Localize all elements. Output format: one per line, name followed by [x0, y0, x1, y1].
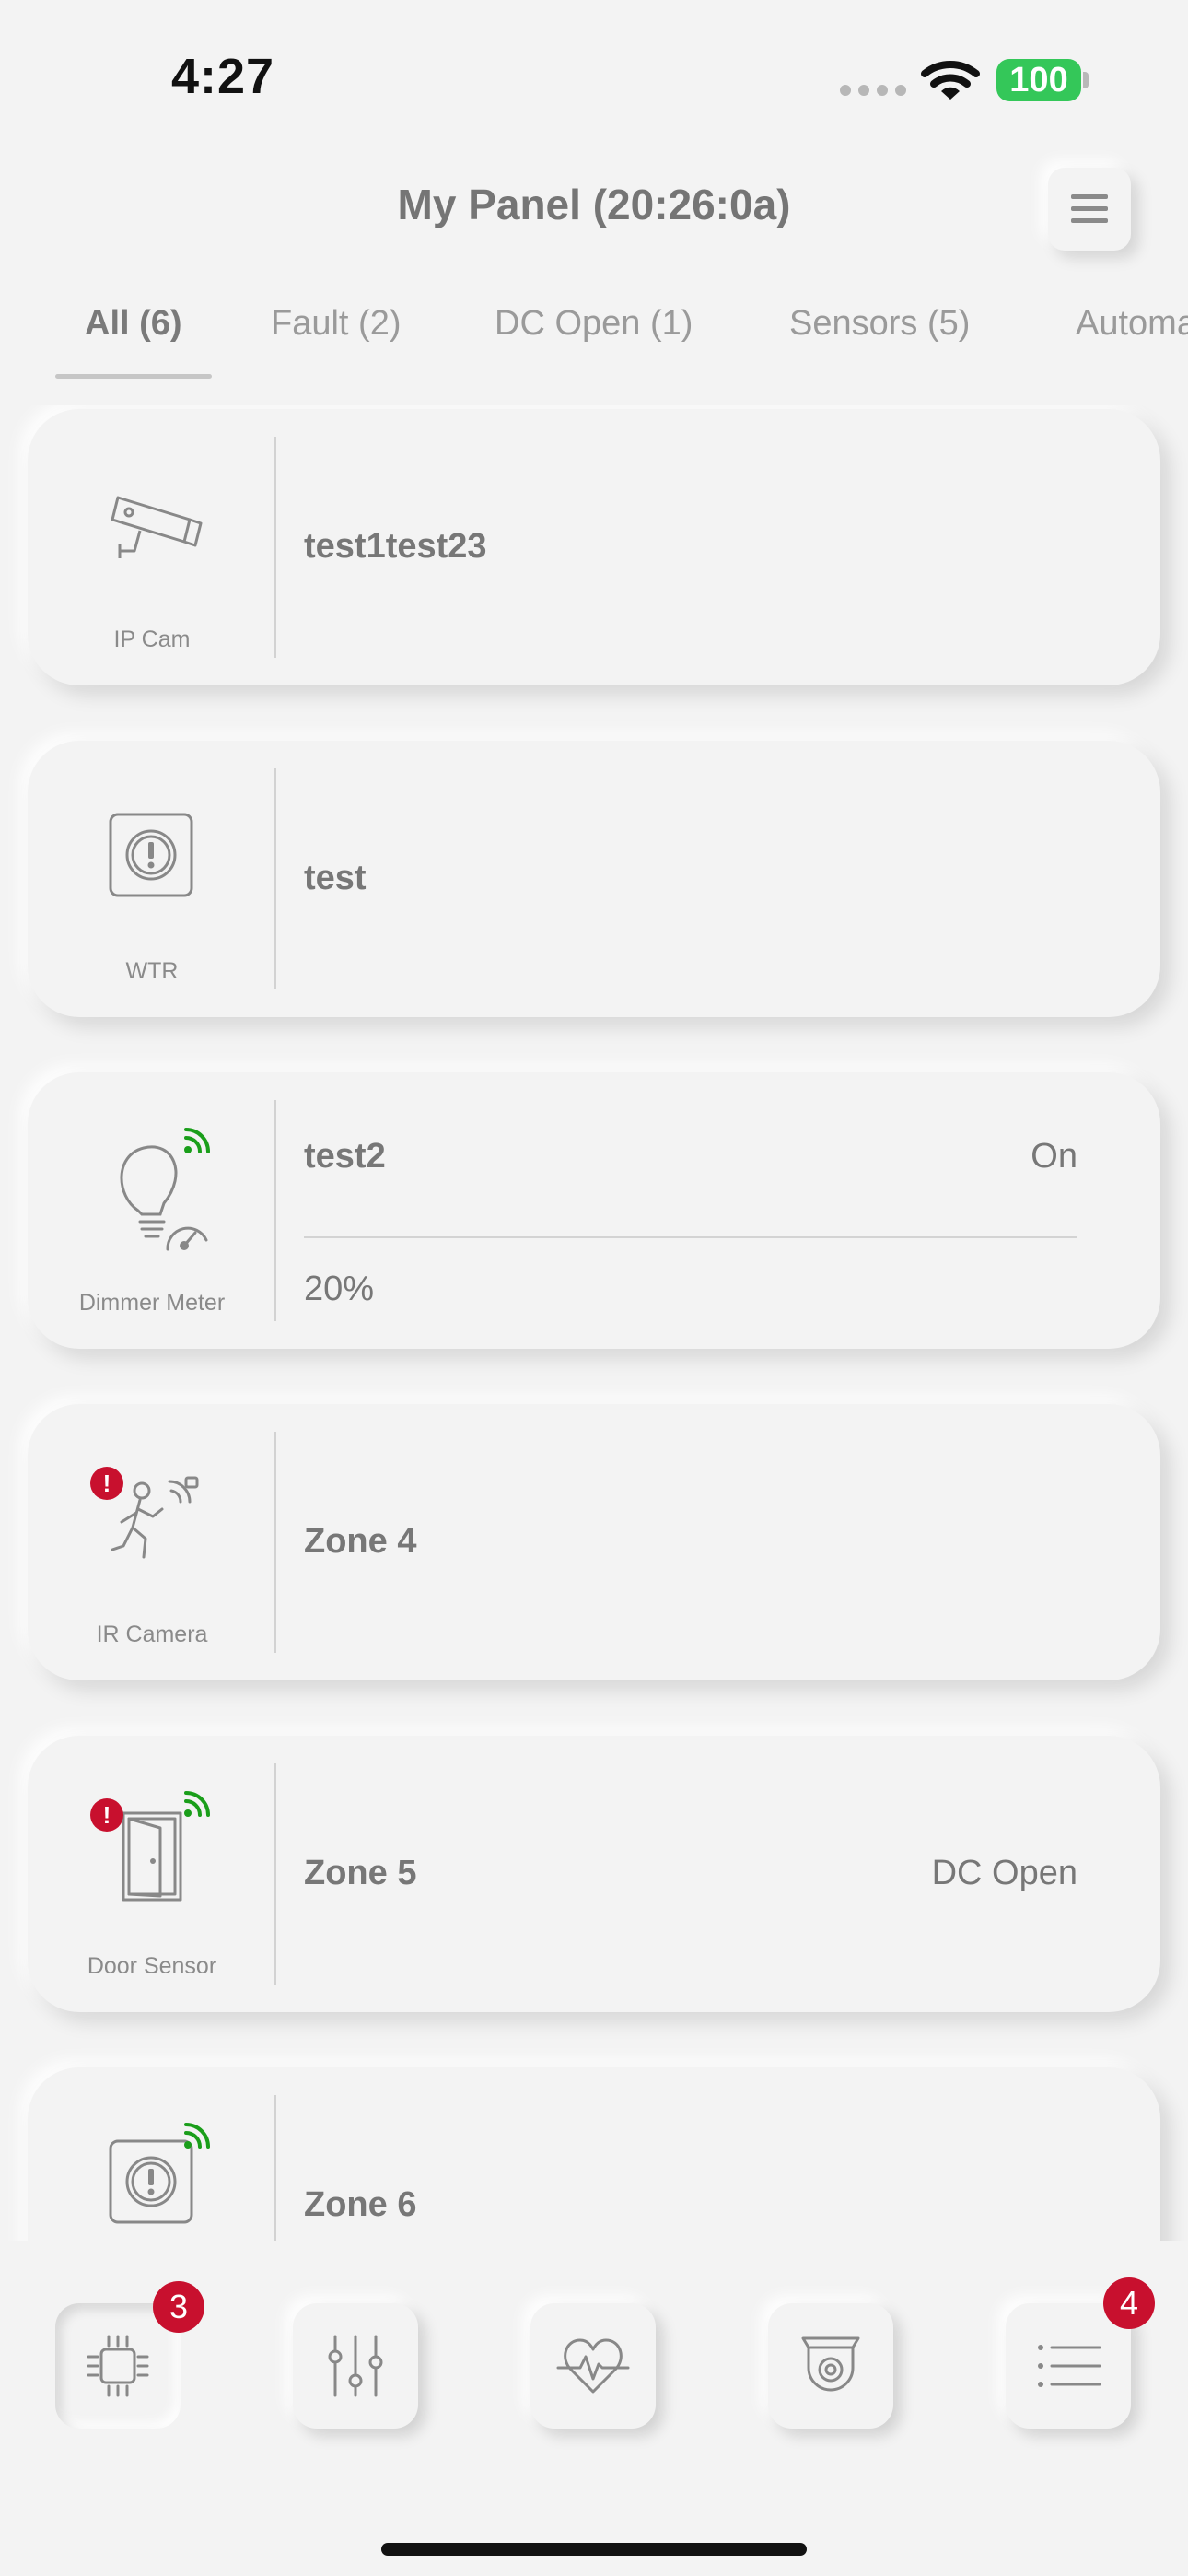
active-tab-indicator — [55, 374, 212, 379]
card-divider — [274, 2095, 276, 2241]
ip-camera-icon — [111, 496, 203, 558]
device-card-zone-4[interactable]: ! IR Camera Zone 4 — [28, 1404, 1160, 1680]
alert-panel-icon — [109, 813, 193, 897]
device-type: IP Cam — [113, 626, 191, 652]
wireless-signal-icon — [184, 1128, 210, 1153]
bottom-navigation: 3 4 — [0, 2241, 1188, 2576]
device-icon-area: ! Door Sensor — [28, 1736, 276, 2012]
nav-camera-button[interactable] — [768, 2303, 893, 2429]
battery-tip — [1083, 72, 1089, 88]
fault-alert-icon: ! — [90, 1467, 123, 1500]
tab-all[interactable]: All (6) — [85, 304, 182, 344]
filter-tabs: All (6) Fault (2) DC Open (1) Sensors (5… — [0, 293, 1188, 385]
menu-button[interactable] — [1048, 168, 1131, 251]
card-separator — [304, 1236, 1077, 1238]
dome-camera-icon — [801, 2336, 860, 2392]
card-divider — [274, 1763, 276, 1985]
nav-health-button[interactable] — [530, 2303, 656, 2429]
device-icon-area: ! IR Camera — [28, 1404, 276, 1680]
devices-badge: 3 — [153, 2281, 204, 2333]
card-divider — [274, 1100, 276, 1321]
device-card-zone-6[interactable]: Zone 6 — [28, 2067, 1160, 2241]
home-indicator — [381, 2543, 807, 2556]
device-type: IR Camera — [96, 1622, 208, 1647]
tab-automation[interactable]: Automation (1) — [1076, 304, 1188, 344]
card-divider — [274, 768, 276, 989]
device-type: WTR — [125, 958, 179, 984]
card-divider — [274, 1432, 276, 1653]
device-name: Zone 6 — [304, 2185, 417, 2224]
heartbeat-icon — [556, 2338, 630, 2394]
battery-indicator: 100 — [996, 59, 1081, 101]
cellular-signal-icon — [840, 85, 906, 98]
fault-alert-icon: ! — [90, 1798, 123, 1832]
device-name: Zone 4 — [304, 1522, 417, 1561]
device-card-zone-5[interactable]: ! Door Sensor Zone 5 DC Open — [28, 1736, 1160, 2012]
devices-chip-icon — [87, 2335, 149, 2397]
device-name: Zone 5 — [304, 1854, 417, 1892]
device-card-test2[interactable]: Dimmer Meter test2 On 20% — [28, 1072, 1160, 1349]
nav-controls-button[interactable] — [293, 2303, 418, 2429]
device-icon-area: WTR — [28, 741, 276, 1017]
list-icon — [1038, 2345, 1101, 2387]
page-title: My Panel (20:26:0a) — [397, 181, 791, 228]
hamburger-icon — [1071, 194, 1108, 223]
device-icon-area — [28, 2067, 276, 2241]
device-icon-area: IP Cam — [28, 409, 276, 685]
device-card-test1test23[interactable]: IP Cam test1test23 — [28, 409, 1160, 685]
device-card-test[interactable]: WTR test — [28, 741, 1160, 1017]
dimmer-level: 20% — [304, 1270, 375, 1308]
device-type: Dimmer Meter — [78, 1290, 226, 1316]
device-list: IP Cam test1test23 WTR test Dimmer Meter… — [0, 405, 1188, 2241]
status-time: 4:27 — [171, 49, 275, 104]
card-divider — [274, 437, 276, 658]
menu-badge: 4 — [1103, 2277, 1155, 2329]
device-icon-area: Dimmer Meter — [28, 1072, 276, 1349]
device-name: test1test23 — [304, 527, 487, 566]
sliders-icon — [328, 2335, 383, 2397]
tab-fault[interactable]: Fault (2) — [271, 304, 401, 344]
device-name: test — [304, 859, 367, 897]
wireless-signal-icon — [184, 2123, 210, 2149]
wireless-signal-icon — [184, 1791, 210, 1817]
device-status: DC Open — [931, 1854, 1077, 1892]
device-name: test2 — [304, 1137, 386, 1176]
status-bar: 4:27 100 — [0, 0, 1188, 138]
device-status: On — [1031, 1137, 1077, 1176]
device-type: Door Sensor — [87, 1953, 217, 1979]
wifi-icon — [921, 61, 980, 100]
tab-sensors[interactable]: Sensors (5) — [789, 304, 970, 344]
tab-dc-open[interactable]: DC Open (1) — [495, 304, 693, 344]
